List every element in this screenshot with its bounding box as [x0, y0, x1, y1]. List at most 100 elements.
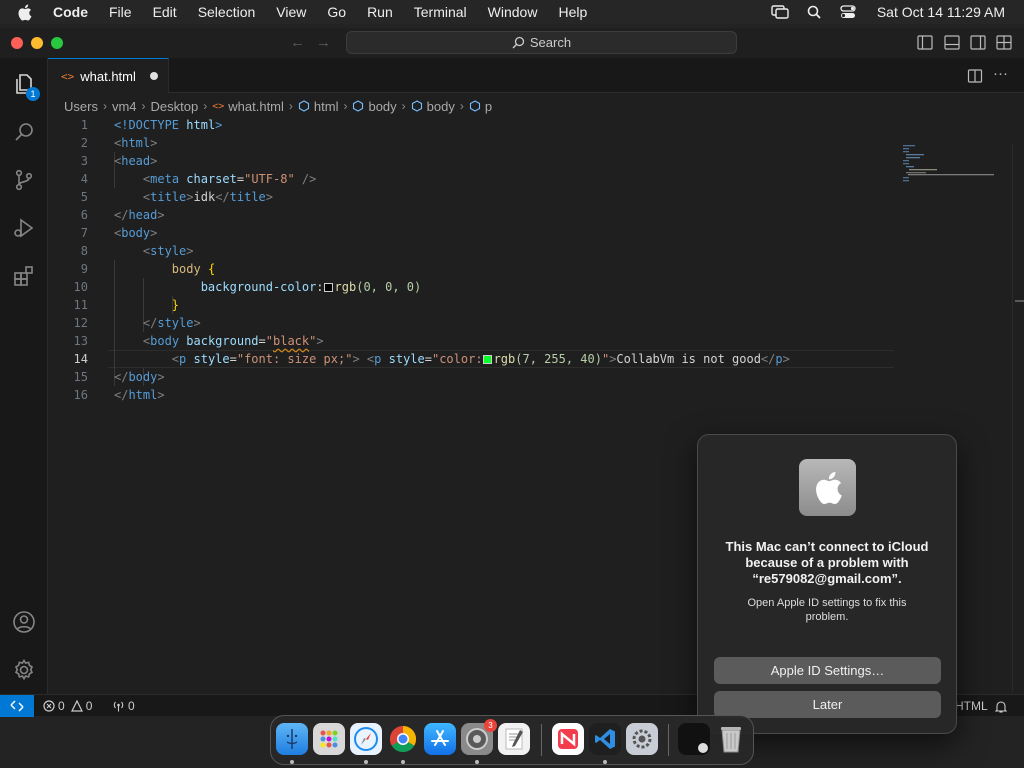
language-mode[interactable]: HTML — [955, 698, 988, 714]
text-content: idk — [193, 190, 216, 204]
doctype-keyword: <!DOCTYPE — [114, 118, 180, 132]
search-icon — [512, 36, 525, 49]
code-line-2: <html> — [114, 136, 158, 150]
breadcrumb-html[interactable]: html — [298, 99, 338, 114]
problems-indicator[interactable]: 0 0 — [43, 698, 92, 714]
menu-terminal[interactable]: Terminal — [414, 4, 467, 20]
css-selector: body — [171, 262, 201, 276]
line-number: 15 — [73, 370, 88, 384]
app-store-icon[interactable] — [424, 723, 456, 755]
error-icon — [43, 700, 55, 712]
color-swatch-black[interactable] — [323, 283, 333, 292]
toggle-primary-sidebar-icon[interactable] — [917, 35, 933, 50]
window-minimize-button[interactable] — [31, 37, 43, 49]
chrome-icon[interactable] — [387, 723, 419, 755]
brace: { — [207, 262, 216, 276]
finder-icon[interactable] — [276, 723, 308, 755]
explorer-icon[interactable]: 1 — [0, 64, 48, 104]
vscode-icon[interactable] — [589, 723, 621, 755]
ports-indicator[interactable]: 0 — [112, 698, 135, 714]
unsaved-dot-icon[interactable] — [149, 72, 158, 80]
forward-arrow-icon[interactable]: → — [316, 34, 331, 51]
menu-edit[interactable]: Edit — [153, 4, 177, 20]
breadcrumb-p[interactable]: p — [469, 99, 492, 114]
explorer-badge: 1 — [26, 87, 40, 101]
code-line-10: background-color: rgb(0, 0, 0) — [200, 280, 422, 294]
toggle-secondary-sidebar-icon[interactable] — [970, 35, 986, 50]
apple-menu-icon[interactable] — [17, 4, 37, 21]
menu-help[interactable]: Help — [558, 4, 587, 20]
apple-id-settings-button[interactable]: Apple ID Settings… — [714, 657, 941, 684]
breadcrumb-desktop[interactable]: Desktop — [151, 99, 199, 114]
remote-indicator-icon[interactable] — [0, 695, 34, 717]
line-number: 16 — [73, 388, 88, 402]
tag-name: head — [128, 208, 158, 222]
tag-name: meta — [150, 172, 180, 186]
system-preferences-icon[interactable] — [626, 723, 658, 755]
editor-scrollbar[interactable] — [1012, 144, 1024, 692]
breadcrumb-body-label: body — [426, 98, 455, 114]
back-arrow-icon[interactable]: ← — [290, 34, 305, 51]
split-editor-icon[interactable] — [967, 68, 983, 84]
attr-value: "font: size px;" — [236, 352, 353, 366]
menu-view[interactable]: View — [276, 4, 306, 20]
screen-mirroring-icon[interactable] — [771, 3, 789, 21]
ports-count: 0 — [128, 699, 135, 713]
extensions-icon[interactable] — [0, 256, 48, 296]
accounts-icon[interactable] — [0, 602, 48, 642]
later-button[interactable]: Later — [714, 691, 941, 718]
css-function: rgb — [493, 352, 516, 366]
breadcrumb-body-label: body — [368, 98, 397, 114]
running-indicator — [290, 760, 294, 764]
code-line-13: <body background="black"> — [142, 334, 324, 348]
notifications-bell-icon[interactable] — [995, 698, 1007, 714]
spotlight-search-icon[interactable] — [805, 3, 823, 21]
menu-window[interactable]: Window — [488, 4, 538, 20]
menu-go[interactable]: Go — [327, 4, 346, 20]
customize-layout-icon[interactable] — [996, 35, 1012, 50]
textedit-icon[interactable] — [498, 723, 530, 755]
breadcrumb-body-2[interactable]: body — [411, 99, 455, 114]
breadcrumb-vm4[interactable]: vm4 — [112, 99, 137, 114]
menubar-clock[interactable]: Sat Oct 14 11:29 AM — [877, 4, 1005, 20]
line-number: 13 — [73, 334, 88, 348]
minimized-window-thumbnail[interactable] — [678, 723, 710, 755]
window-zoom-button[interactable] — [51, 37, 63, 49]
css-args: (0, 0, 0) — [356, 280, 422, 294]
tag-name: body — [128, 370, 158, 384]
breadcrumb-file[interactable]: <> what.html — [212, 99, 284, 114]
window-close-button[interactable] — [11, 37, 23, 49]
tag-name: html — [121, 136, 151, 150]
menu-file[interactable]: File — [109, 4, 132, 20]
code-line-1: <!DOCTYPE html> — [114, 116, 222, 134]
breadcrumb-users[interactable]: Users — [64, 99, 98, 114]
command-center-search[interactable]: Search — [346, 31, 737, 54]
dialog-title: This Mac can’t connect to iCloud because… — [725, 539, 929, 586]
safari-icon[interactable] — [350, 723, 382, 755]
dock-separator — [541, 724, 542, 756]
menu-app-code[interactable]: Code — [53, 4, 88, 20]
menu-selection[interactable]: Selection — [198, 4, 256, 20]
control-center-icon[interactable] — [839, 3, 857, 21]
breadcrumb-body-1[interactable]: body — [352, 98, 397, 114]
system-settings-icon[interactable]: 3 — [461, 719, 497, 755]
warning-icon — [70, 700, 83, 712]
chevron-right-icon: › — [343, 99, 348, 113]
color-swatch-green[interactable] — [482, 355, 492, 364]
launchpad-icon[interactable] — [313, 723, 345, 755]
more-actions-icon[interactable]: ··· — [993, 65, 1009, 82]
line-number: 6 — [80, 208, 88, 222]
search-view-icon[interactable] — [0, 112, 48, 152]
toggle-panel-icon[interactable] — [944, 35, 960, 50]
tab-what-html[interactable]: <> what.html — [48, 58, 169, 93]
source-control-icon[interactable] — [0, 160, 48, 200]
language-mode-label: HTML — [955, 699, 988, 713]
minimap[interactable] — [900, 144, 1010, 184]
trash-icon[interactable] — [715, 723, 747, 755]
manage-gear-icon[interactable] — [0, 650, 48, 690]
line-number: 10 — [73, 280, 88, 294]
menu-run[interactable]: Run — [367, 4, 393, 20]
news-icon[interactable] — [552, 723, 584, 755]
running-indicator — [475, 760, 479, 764]
run-and-debug-icon[interactable] — [0, 208, 48, 248]
